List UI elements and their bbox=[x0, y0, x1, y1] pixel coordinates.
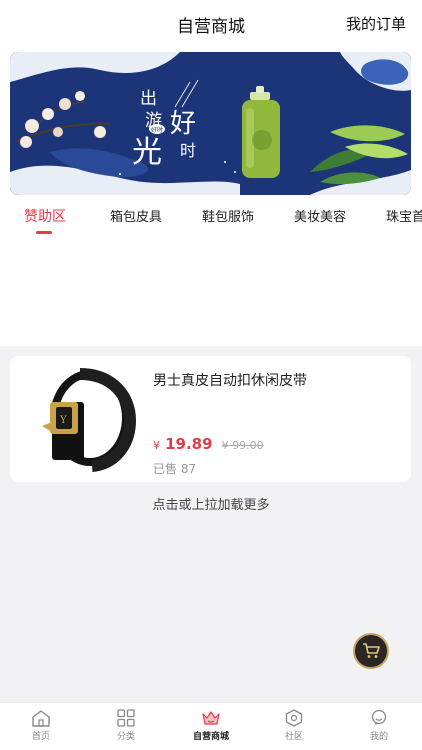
tabbar-profile-label: 我的 bbox=[369, 732, 388, 742]
banner-char-1: 出 bbox=[140, 89, 157, 109]
floating-cart-button[interactable] bbox=[353, 633, 389, 669]
sold-count: 已售 87 bbox=[153, 460, 196, 477]
grid-icon bbox=[117, 709, 135, 727]
cart-icon bbox=[363, 643, 380, 658]
tabbar-category[interactable]: 分类 bbox=[96, 709, 156, 742]
price-currency: ¥ bbox=[153, 439, 160, 452]
promo-banner[interactable]: 出 游 好 时 光 好时 bbox=[10, 52, 411, 195]
sold-number: 87 bbox=[180, 462, 197, 476]
product-title: 男士真皮自动扣休闲皮带 bbox=[153, 373, 307, 389]
product-price: 19.89 bbox=[165, 435, 213, 453]
tab-jewelry[interactable]: 珠宝首 bbox=[386, 206, 422, 225]
svg-text:Y: Y bbox=[59, 415, 67, 426]
tabbar-community-label: 社区 bbox=[284, 732, 303, 742]
tab-bags-leather[interactable]: 箱包皮具 bbox=[110, 206, 162, 225]
crown-icon bbox=[202, 711, 220, 725]
original-price: ¥ 99.00 bbox=[221, 439, 264, 452]
profile-icon bbox=[371, 709, 387, 725]
banner-illustration: 出 游 好 时 光 好时 bbox=[10, 52, 411, 195]
tabbar-category-label: 分类 bbox=[116, 732, 135, 742]
banner-char-3: 好 bbox=[170, 109, 196, 139]
tab-shoes-apparel[interactable]: 鞋包服饰 bbox=[202, 206, 254, 225]
banner-char-4: 时 bbox=[180, 141, 196, 160]
tabbar-home[interactable]: 首页 bbox=[11, 709, 71, 742]
sold-label: 已售 bbox=[153, 462, 178, 476]
active-tab-indicator bbox=[36, 231, 52, 234]
top-header: 自营商城 我的订单 bbox=[0, 0, 422, 44]
category-tabs: 赞助区 箱包皮具 鞋包服饰 美妆美容 珠宝首 bbox=[0, 200, 422, 236]
tabbar-home-label: 首页 bbox=[31, 732, 50, 742]
tabbar-profile[interactable]: 我的 bbox=[349, 709, 409, 742]
product-card[interactable]: Y 男士真皮自动扣休闲皮带 ¥ 19.89 ¥ 99.00 已售 87 bbox=[10, 356, 411, 482]
tabbar-mall[interactable]: 自营商城 bbox=[181, 709, 241, 742]
product-image: Y bbox=[32, 366, 137, 472]
price-row: ¥ 19.89 ¥ 99.00 bbox=[153, 434, 264, 453]
belt-illustration: Y bbox=[42, 368, 137, 472]
tab-sponsor-zone[interactable]: 赞助区 bbox=[24, 206, 66, 226]
banner-seal: 好时 bbox=[151, 126, 163, 134]
home-icon bbox=[32, 710, 50, 727]
my-orders-link[interactable]: 我的订单 bbox=[346, 13, 406, 34]
tabbar-mall-label: 自营商城 bbox=[192, 732, 229, 742]
tabbar-community[interactable]: 社区 bbox=[264, 709, 324, 742]
load-more-button[interactable]: 点击或上拉加载更多 bbox=[0, 494, 422, 513]
hexagon-icon bbox=[285, 709, 303, 727]
tab-beauty[interactable]: 美妆美容 bbox=[294, 206, 346, 225]
bottom-tab-bar: 首页 分类 自营商城 社区 我的 bbox=[0, 702, 422, 750]
banner-char-5: 光 bbox=[132, 135, 162, 170]
